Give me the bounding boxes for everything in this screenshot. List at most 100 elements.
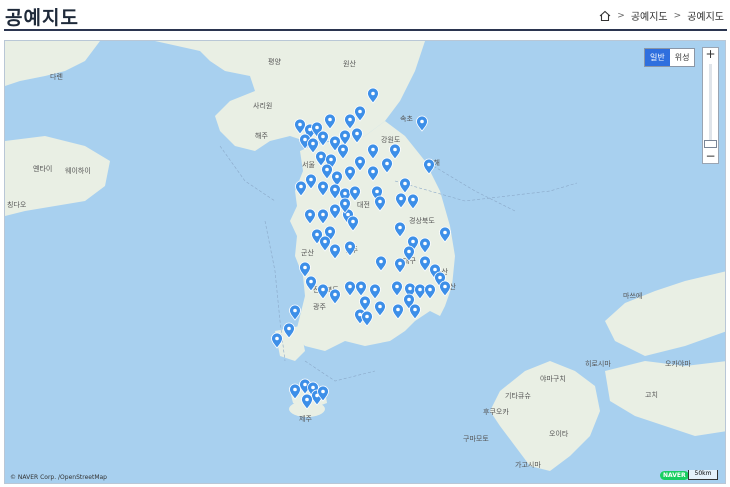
label-jeju: 제주 bbox=[299, 415, 312, 423]
map-marker-dot bbox=[363, 299, 367, 304]
naver-logo: NAVER bbox=[660, 471, 689, 480]
map-marker-dot bbox=[428, 287, 432, 292]
label-wonsan: 원산 bbox=[343, 59, 356, 68]
map-marker-dot bbox=[299, 184, 303, 189]
map-marker-dot bbox=[348, 117, 352, 122]
map-marker-dot bbox=[423, 259, 427, 264]
label-daejeon: 대전 bbox=[357, 200, 370, 209]
label-oita: 오이타 bbox=[549, 429, 569, 438]
label-hiroshima: 히로시마 bbox=[585, 359, 611, 368]
zoom-control[interactable]: + − bbox=[702, 47, 719, 164]
map-marker-dot bbox=[378, 199, 382, 204]
map-marker-dot bbox=[396, 307, 400, 312]
map-canvas[interactable]: 평양 사리원 해주 원산 강원도 속초 동해 서울 대전 경상북도 전주 군산 … bbox=[4, 40, 726, 484]
map-marker[interactable] bbox=[416, 115, 428, 132]
map-marker-dot bbox=[413, 307, 417, 312]
map-marker-dot bbox=[411, 197, 415, 202]
map-marker-dot bbox=[358, 109, 362, 114]
label-pyongyang: 평양 bbox=[268, 57, 281, 66]
map-marker-dot bbox=[303, 265, 307, 270]
map-marker-dot bbox=[321, 134, 325, 139]
map-marker-dot bbox=[358, 159, 362, 164]
zoom-in-button[interactable]: + bbox=[703, 48, 718, 61]
map-marker-dot bbox=[411, 239, 415, 244]
map-marker-dot bbox=[385, 161, 389, 166]
map-marker-dot bbox=[351, 219, 355, 224]
map-marker-dot bbox=[341, 147, 345, 152]
map-marker-dot bbox=[399, 196, 403, 201]
label-kagoshima: 가고시마 bbox=[515, 460, 541, 469]
map-type-normal-button[interactable]: 일반 bbox=[645, 49, 670, 66]
map-marker-dot bbox=[309, 279, 313, 284]
breadcrumb-separator: > bbox=[673, 10, 682, 21]
page-title: 공예지도 bbox=[5, 7, 79, 29]
home-icon[interactable] bbox=[599, 10, 611, 22]
map-marker-dot bbox=[418, 287, 422, 292]
label-fukuoka: 후쿠오카 bbox=[483, 407, 509, 416]
map-marker-dot bbox=[328, 117, 332, 122]
map-marker-dot bbox=[309, 177, 313, 182]
map-marker[interactable] bbox=[289, 304, 301, 321]
map-marker-dot bbox=[315, 232, 319, 237]
map-marker-dot bbox=[333, 187, 337, 192]
map-marker-dot bbox=[398, 225, 402, 230]
map-marker-dot bbox=[325, 167, 329, 172]
label-kochi: 고치 bbox=[645, 390, 658, 399]
breadcrumb-item-1[interactable]: 공예지도 bbox=[631, 8, 668, 23]
map-marker-dot bbox=[353, 189, 357, 194]
map-marker-dot bbox=[329, 157, 333, 162]
map-marker-dot bbox=[311, 141, 315, 146]
map-marker-dot bbox=[359, 284, 363, 289]
map-marker-dot bbox=[346, 212, 350, 217]
map-marker-dot bbox=[371, 147, 375, 152]
map-marker-dot bbox=[321, 184, 325, 189]
map-marker-dot bbox=[303, 382, 307, 387]
map-marker-dot bbox=[319, 154, 323, 159]
map-marker-dot bbox=[333, 247, 337, 252]
map-svg[interactable]: 평양 사리원 해주 원산 강원도 속초 동해 서울 대전 경상북도 전주 군산 … bbox=[5, 41, 726, 484]
map-marker-dot bbox=[348, 169, 352, 174]
label-yantai: 옌타이 bbox=[33, 164, 52, 173]
map-marker-dot bbox=[375, 189, 379, 194]
map-marker-dot bbox=[348, 244, 352, 249]
zoom-handle[interactable] bbox=[704, 140, 717, 148]
map-type-satellite-button[interactable]: 위성 bbox=[670, 49, 695, 66]
map-marker-dot bbox=[371, 169, 375, 174]
map-marker-dot bbox=[333, 207, 337, 212]
map-marker-dot bbox=[365, 314, 369, 319]
label-gunsan: 군산 bbox=[301, 248, 314, 257]
map-marker-dot bbox=[321, 389, 325, 394]
label-sariwon: 사리원 bbox=[253, 101, 272, 110]
map-marker-dot bbox=[321, 212, 325, 217]
zoom-track[interactable] bbox=[709, 64, 712, 148]
map-marker-dot bbox=[420, 119, 424, 124]
map-marker-dot bbox=[275, 336, 279, 341]
map-marker-dot bbox=[308, 212, 312, 217]
map-marker-dot bbox=[398, 261, 402, 266]
label-gangwon: 강원도 bbox=[381, 135, 401, 144]
map-scale: 50km bbox=[688, 470, 718, 480]
map-marker-dot bbox=[371, 91, 375, 96]
label-okayama: 오카야마 bbox=[665, 359, 691, 368]
map-marker-dot bbox=[315, 125, 319, 130]
map-marker-dot bbox=[335, 174, 339, 179]
breadcrumb-item-2[interactable]: 공예지도 bbox=[687, 8, 724, 23]
label-sokcho: 속초 bbox=[400, 115, 413, 123]
label-matsue: 마쓰에 bbox=[623, 291, 642, 300]
map-marker-dot bbox=[311, 385, 315, 390]
map-marker-dot bbox=[373, 287, 377, 292]
map-marker-dot bbox=[343, 191, 347, 196]
map-marker-dot bbox=[393, 147, 397, 152]
map-marker-dot bbox=[343, 201, 347, 206]
map-marker-dot bbox=[395, 284, 399, 289]
page-header: 공예지도 > 공예지도 > 공예지도 bbox=[0, 0, 730, 33]
map-marker-dot bbox=[379, 259, 383, 264]
label-haeju: 해주 bbox=[255, 131, 268, 140]
header-divider bbox=[4, 29, 727, 31]
zoom-out-button[interactable]: − bbox=[703, 150, 718, 163]
map-marker-dot bbox=[407, 297, 411, 302]
map-copyright: © NAVER Corp. /OpenStreetMap bbox=[10, 474, 107, 481]
map-marker-dot bbox=[323, 239, 327, 244]
map-marker-dot bbox=[355, 131, 359, 136]
map-type-toggle[interactable]: 일반 위성 bbox=[644, 48, 696, 67]
